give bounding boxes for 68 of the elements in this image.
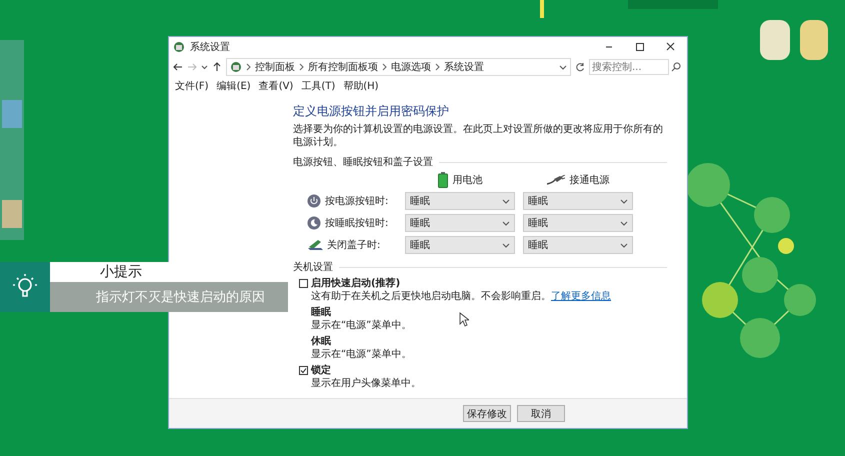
page-heading: 定义电源按钮并启用密码保护 bbox=[293, 103, 450, 120]
menu-item[interactable]: 查看(V) bbox=[258, 79, 294, 93]
dropdown[interactable]: 睡眠 bbox=[523, 214, 633, 232]
caret-icon bbox=[502, 242, 510, 248]
menu-item[interactable]: 帮助(H) bbox=[343, 79, 379, 93]
option-description: 显示在“电源”菜单中。 bbox=[311, 349, 412, 360]
breadcrumb-item[interactable]: 所有控制面板项 bbox=[308, 60, 378, 74]
power-plug-icon bbox=[546, 175, 564, 185]
window-title: 系统设置 bbox=[190, 40, 230, 54]
checkbox[interactable] bbox=[299, 279, 308, 288]
dropdown[interactable]: 睡眠 bbox=[523, 192, 633, 210]
caret-icon bbox=[620, 198, 628, 204]
marker bbox=[540, 0, 544, 18]
option-label: 锁定 bbox=[311, 364, 331, 377]
address-bar[interactable]: 控制面板 所有控制面板项 电源选项 系统设置 bbox=[226, 58, 571, 76]
refresh-icon[interactable] bbox=[575, 62, 585, 72]
chevron-icon bbox=[246, 63, 251, 71]
maximize-icon[interactable] bbox=[634, 42, 644, 52]
cursor-icon bbox=[459, 312, 469, 327]
chevron-icon bbox=[382, 63, 387, 71]
option-description: 显示在用户头像菜单中。 bbox=[311, 378, 421, 389]
breadcrumb-item[interactable]: 电源选项 bbox=[391, 60, 431, 74]
dropdown[interactable]: 睡眠 bbox=[523, 236, 633, 254]
dropdown[interactable]: 睡眠 bbox=[405, 236, 515, 254]
option-description: 这有助于在关机之后更快地启动电脑。不会影响重启。了解更多信息 bbox=[311, 291, 611, 302]
tip-text: 指示灯不灭是快速启动的原因 bbox=[50, 282, 288, 312]
page-description: 选择要为你的计算机设置的电源设置。在此页上对设置所做的更改将应用于你所有的电源计划。 bbox=[293, 123, 664, 149]
chevron-icon bbox=[299, 63, 304, 71]
caret-icon bbox=[620, 220, 628, 226]
menu-item[interactable]: 文件(F) bbox=[175, 79, 209, 93]
caret-icon bbox=[559, 64, 567, 70]
laptop-icon bbox=[307, 238, 323, 252]
menu-item[interactable]: 工具(T) bbox=[301, 79, 336, 93]
row-label: 按睡眠按钮时: bbox=[325, 216, 388, 230]
row-label: 关闭盖子时: bbox=[327, 238, 380, 252]
breadcrumb-item[interactable]: 系统设置 bbox=[444, 60, 484, 74]
battery-icon bbox=[438, 172, 448, 188]
option-label: 睡眠 bbox=[311, 306, 331, 319]
breadcrumb-item[interactable]: 控制面板 bbox=[255, 60, 295, 74]
search-icon bbox=[671, 62, 681, 72]
thumbnail-drawing bbox=[760, 20, 828, 60]
learn-more-link[interactable]: 了解更多信息 bbox=[551, 291, 611, 302]
power-button-icon bbox=[307, 194, 321, 208]
control-panel-icon bbox=[230, 61, 242, 73]
dropdown[interactable]: 睡眠 bbox=[405, 192, 515, 210]
dropdown[interactable]: 睡眠 bbox=[405, 214, 515, 232]
checkbox[interactable] bbox=[299, 366, 308, 375]
section-title: 电源按钮、睡眠按钮和盖子设置 bbox=[293, 156, 433, 169]
caret-icon bbox=[620, 242, 628, 248]
close-icon[interactable] bbox=[664, 42, 676, 52]
control-panel-icon bbox=[173, 41, 185, 53]
moon-button-icon bbox=[307, 216, 321, 230]
caret-icon bbox=[502, 198, 510, 204]
section-title: 关机设置 bbox=[293, 260, 333, 274]
save-button[interactable]: 保存修改 bbox=[463, 405, 511, 422]
cancel-button[interactable]: 取消 bbox=[517, 405, 565, 422]
option-label: 休眠 bbox=[311, 335, 331, 348]
option-description: 显示在“电源”菜单中。 bbox=[311, 320, 412, 331]
row-label: 按电源按钮时: bbox=[325, 194, 388, 208]
up-arrow-icon[interactable] bbox=[212, 62, 222, 72]
menu-item[interactable]: 编辑(E) bbox=[216, 79, 251, 93]
option-label: 启用快速启动(推荐) bbox=[311, 277, 400, 290]
column-header: 用电池 bbox=[452, 174, 482, 187]
caret-icon bbox=[502, 220, 510, 226]
chevron-icon bbox=[435, 63, 440, 71]
back-arrow-icon[interactable] bbox=[173, 62, 183, 72]
search-field[interactable]: 搜索控制... bbox=[589, 59, 669, 75]
column-header: 接通电源 bbox=[570, 174, 610, 187]
